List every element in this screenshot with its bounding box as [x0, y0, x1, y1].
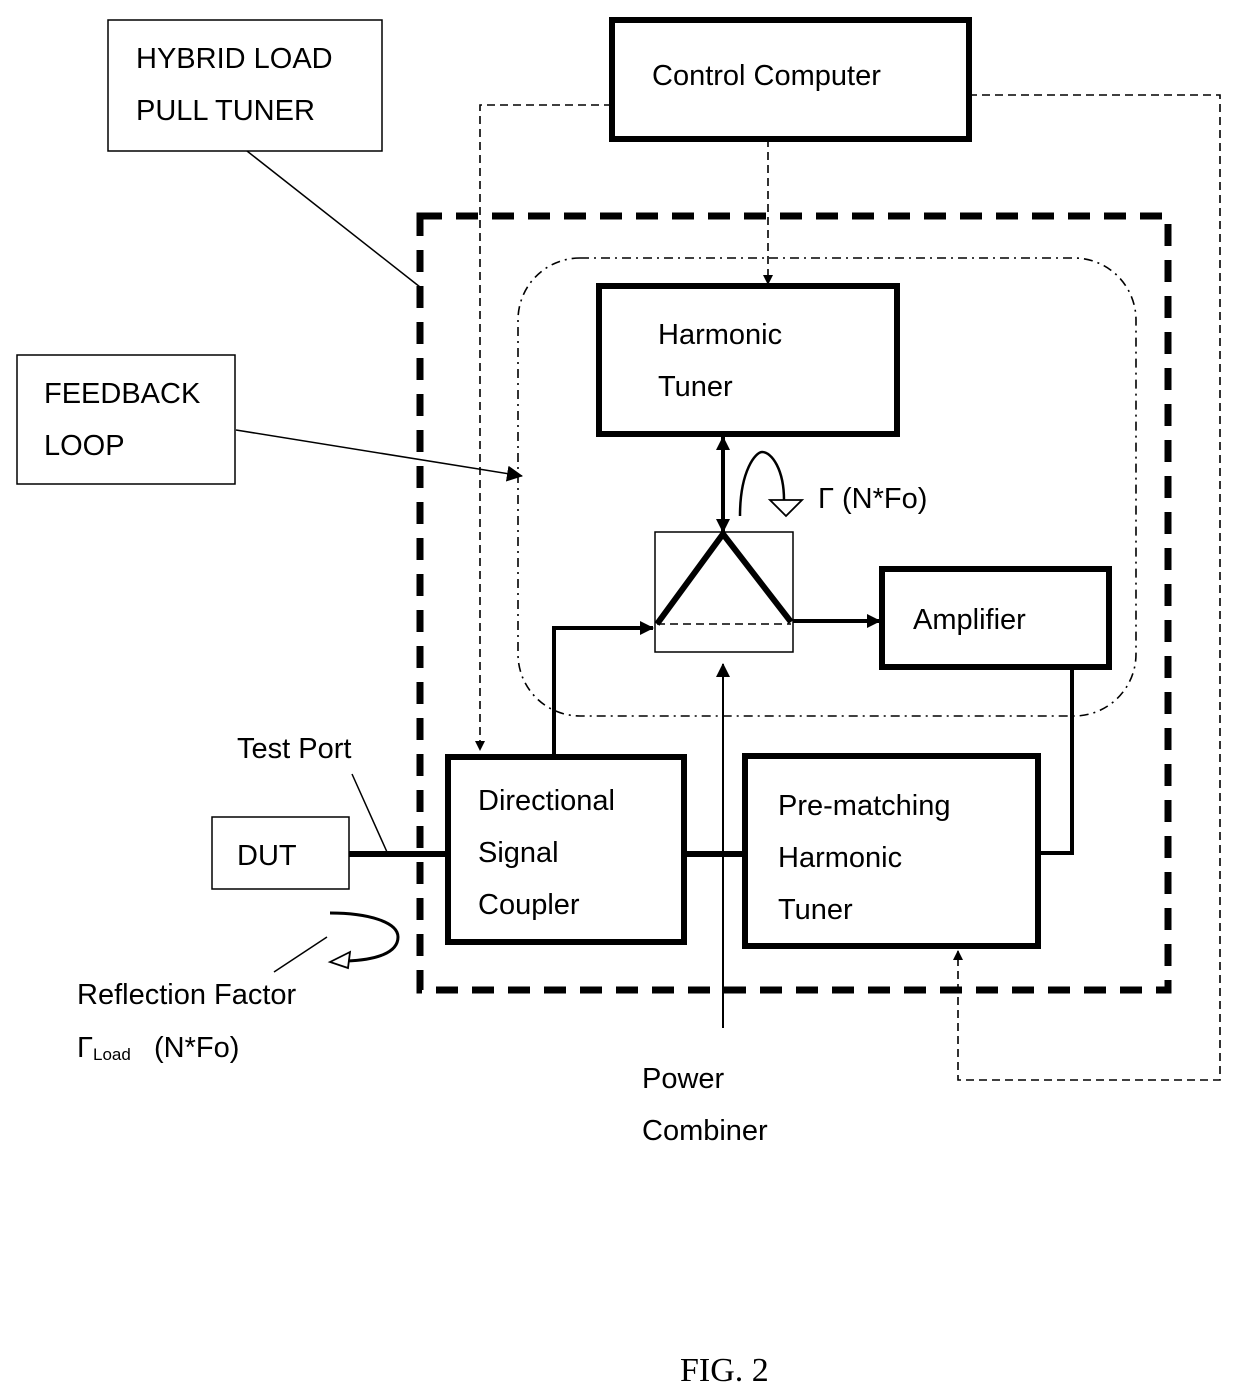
reflection-factor-leader-line — [273, 936, 328, 973]
feedback-loop-leader-arrow — [235, 429, 523, 482]
amplifier-label: Amplifier — [913, 604, 1026, 636]
gamma-loop-arrowhead-icon — [767, 499, 805, 518]
prematching-tuner-label-line1: Pre-matching — [778, 790, 950, 822]
control-computer-label: Control Computer — [652, 60, 881, 92]
harmonic-tuner-block — [596, 283, 900, 437]
power-combiner-label-line2: Combiner — [642, 1115, 768, 1147]
feedback-loop-callout-line2: LOOP — [44, 430, 125, 462]
gamma-load-nfo: (N*Fo) — [154, 1032, 239, 1064]
harmonic-tuner-label-line2: Tuner — [658, 371, 733, 403]
harmonic-tuner-label-line1: Harmonic — [658, 319, 782, 351]
gamma-nfo-label: Γ (N*Fo) — [818, 483, 927, 515]
directional-coupler-label-line2: Signal — [478, 837, 559, 869]
dut-label: DUT — [237, 840, 297, 872]
hybrid-tuner-callout-line1: HYBRID LOAD — [136, 43, 333, 75]
figure-label: FIG. 2 — [680, 1352, 769, 1389]
directional-coupler-label-line1: Directional — [478, 785, 615, 817]
block-diagram: HYBRID LOAD PULL TUNER FEEDBACK LOOP Con… — [16, 17, 1221, 1389]
coupler-to-prism-arrow — [552, 621, 654, 755]
prematching-tuner-label-line3: Tuner — [778, 894, 853, 926]
test-port-leader-line — [351, 773, 388, 853]
feedback-loop-callout-line1: FEEDBACK — [44, 378, 201, 410]
test-port-label: Test Port — [237, 733, 351, 765]
gamma-load-subscript: Load — [93, 1045, 131, 1064]
coupler-prism-box — [654, 531, 794, 653]
reflection-arrowhead-icon — [327, 950, 352, 970]
reflection-factor-label: Reflection Factor — [77, 979, 297, 1011]
feedback-loop-callout-box — [16, 354, 236, 485]
amplifier-to-prematching-line — [1040, 667, 1074, 855]
hybrid-tuner-leader-line — [246, 150, 421, 288]
hybrid-tuner-callout-line2: PULL TUNER — [136, 95, 315, 127]
reflection-arrow-icon — [329, 911, 400, 963]
directional-coupler-label-line3: Coupler — [478, 889, 580, 921]
control-line-to-coupler — [475, 104, 612, 751]
gamma-load-symbol: Γ — [77, 1032, 93, 1064]
prematching-tuner-label-line2: Harmonic — [778, 842, 902, 874]
power-combiner-label-line1: Power — [642, 1063, 725, 1095]
hybrid-tuner-callout-box — [107, 19, 383, 152]
